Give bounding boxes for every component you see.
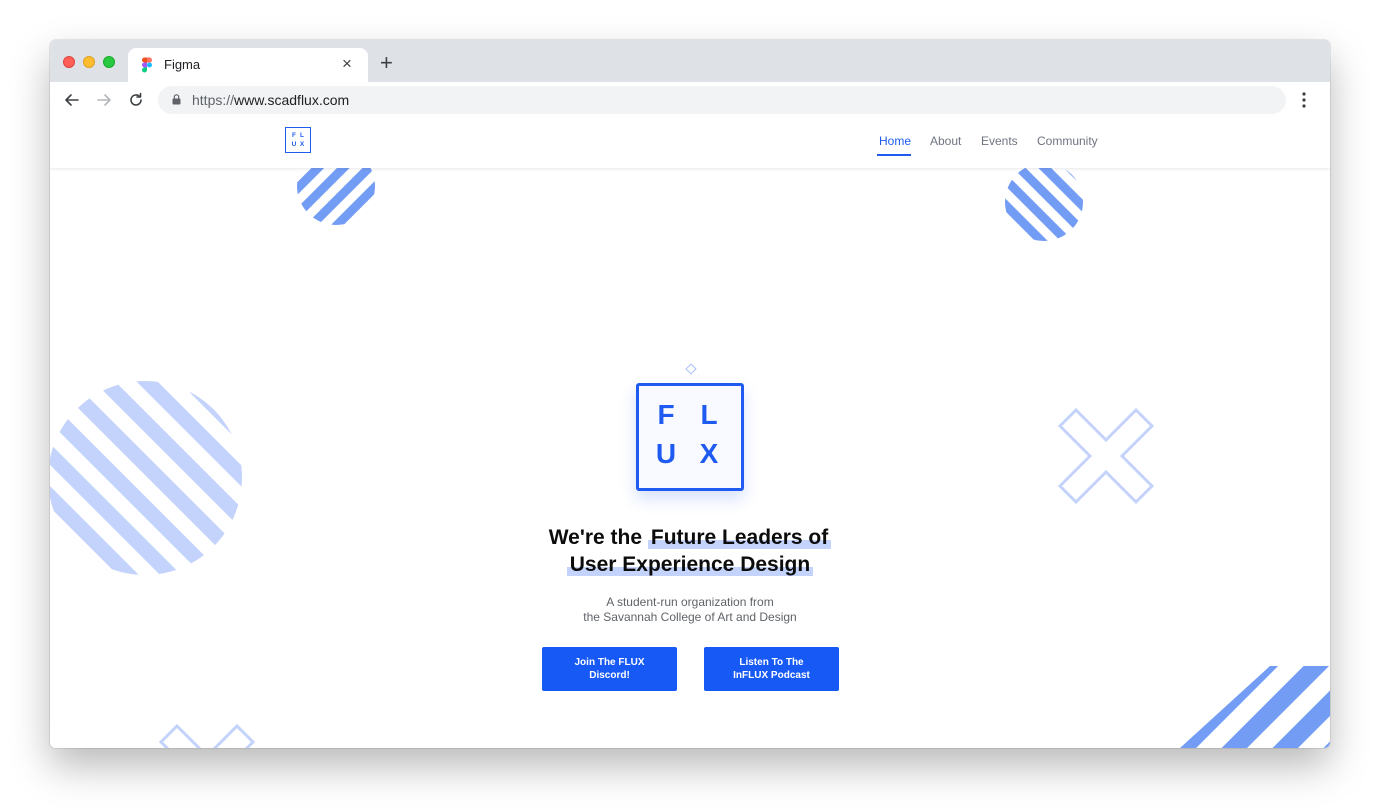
more-menu-icon[interactable] [1302,91,1306,109]
tab-title: Figma [164,57,201,72]
hero-headline: We're the Future Leaders of User Experie… [490,524,890,578]
browser-toolbar: https://www.scadflux.com [50,82,1330,118]
web-page: F L U X Home About Events Community F L … [50,118,1330,748]
lock-icon [172,94,181,105]
logo-letter: L [300,132,304,139]
reload-icon[interactable] [126,90,146,110]
tab-close-icon[interactable]: × [342,54,352,74]
hero-section: F L U X We're the Future Leaders of User… [50,118,1330,748]
maximize-window-button[interactable] [103,56,115,68]
logo-letter: U [291,141,297,148]
listen-podcast-button[interactable]: Listen To The InFLUX Podcast [704,647,839,691]
close-window-button[interactable] [63,56,75,68]
headline-highlight: Future Leaders of [647,526,832,549]
browser-tab[interactable]: Figma × [128,48,368,82]
diamond-decoration [685,363,697,375]
back-arrow-icon[interactable] [62,90,82,110]
site-header: F L U X Home About Events Community [50,118,1330,168]
join-discord-button[interactable]: Join The FLUX Discord! [542,647,677,691]
nav-link-about[interactable]: About [930,134,961,148]
hero-subtitle: A student-run organization from the Sava… [490,595,890,625]
logo-letter: F [292,132,296,139]
logo-letter: L [700,399,718,430]
forward-arrow-icon[interactable] [94,90,114,110]
url-text: https://www.scadflux.com [192,92,349,108]
nav-link-community[interactable]: Community [1037,134,1098,148]
headline-highlight: User Experience Design [566,553,814,576]
nav-link-home[interactable]: Home [879,134,911,148]
flux-logo-small[interactable]: F L U X [285,127,311,153]
headline-text: We're the [548,526,648,549]
active-nav-indicator [877,154,911,156]
address-bar[interactable]: https://www.scadflux.com [158,86,1286,114]
logo-letter: X [699,438,719,469]
subtitle-line: the Savannah College of Art and Design [583,610,797,624]
url-scheme: https:// [192,92,235,108]
browser-window: Figma × + https://www.scadflux.com F L U… [50,40,1330,748]
nav-link-events[interactable]: Events [981,134,1018,148]
logo-letter: F [657,399,675,430]
url-host: www.scadflux.com [234,92,350,108]
tab-strip: Figma × + [50,40,1330,82]
new-tab-icon[interactable]: + [380,51,393,75]
logo-letter: U [655,438,677,469]
logo-letter: X [299,141,305,148]
minimize-window-button[interactable] [83,56,95,68]
flux-logo-large: F L U X [636,383,744,491]
subtitle-line: A student-run organization from [606,595,774,609]
figma-favicon-icon [142,57,152,73]
